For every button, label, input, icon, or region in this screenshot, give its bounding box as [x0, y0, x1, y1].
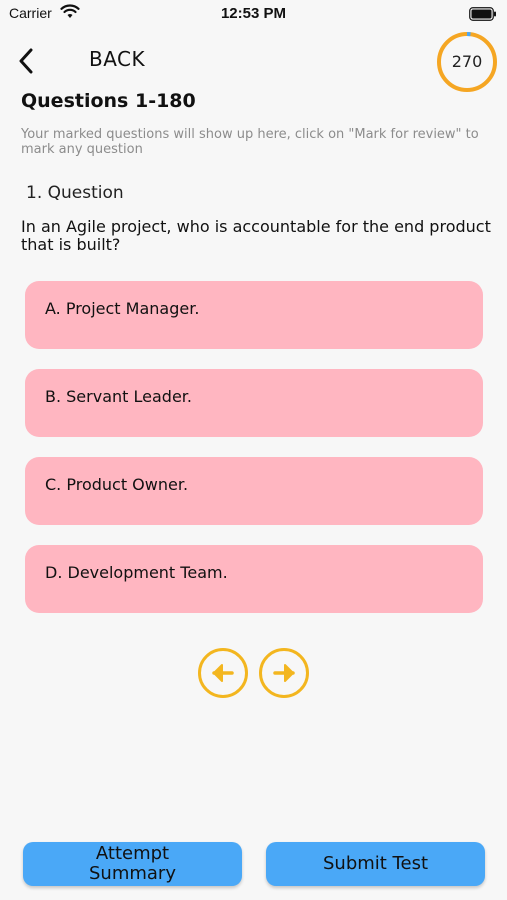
- next-question-button[interactable]: [259, 648, 309, 698]
- question-number: 1. Question: [26, 183, 124, 203]
- question-text: In an Agile project, who is accountable …: [21, 217, 491, 254]
- arrow-left-icon: [212, 664, 234, 682]
- option-b[interactable]: B. Servant Leader.: [25, 369, 483, 437]
- attempt-summary-line1: Attempt: [95, 843, 170, 864]
- question-navigation: [198, 648, 312, 700]
- battery-icon: [469, 6, 497, 25]
- timer-value: 270: [451, 52, 483, 71]
- page-title: Questions 1-180: [21, 90, 196, 112]
- answer-options: A. Project Manager. B. Servant Leader. C…: [25, 281, 483, 633]
- back-row[interactable]: BACK: [14, 40, 314, 80]
- marked-questions-hint: Your marked questions will show up here,…: [21, 127, 479, 157]
- option-c[interactable]: C. Product Owner.: [25, 457, 483, 525]
- attempt-summary-line2: Summary: [89, 863, 176, 884]
- submit-test-button[interactable]: Submit Test: [266, 842, 485, 886]
- previous-question-button[interactable]: [198, 648, 248, 698]
- clock: 12:53 PM: [220, 5, 287, 22]
- attempt-summary-button[interactable]: Attempt Summary: [23, 842, 242, 886]
- timer-ring: 270: [436, 31, 498, 93]
- chevron-left-icon[interactable]: [18, 48, 34, 78]
- option-d[interactable]: D. Development Team.: [25, 545, 483, 613]
- status-bar: Carrier 12:53 PM: [0, 0, 507, 28]
- option-a[interactable]: A. Project Manager.: [25, 281, 483, 349]
- back-button[interactable]: BACK: [89, 47, 145, 71]
- arrow-right-icon: [273, 664, 295, 682]
